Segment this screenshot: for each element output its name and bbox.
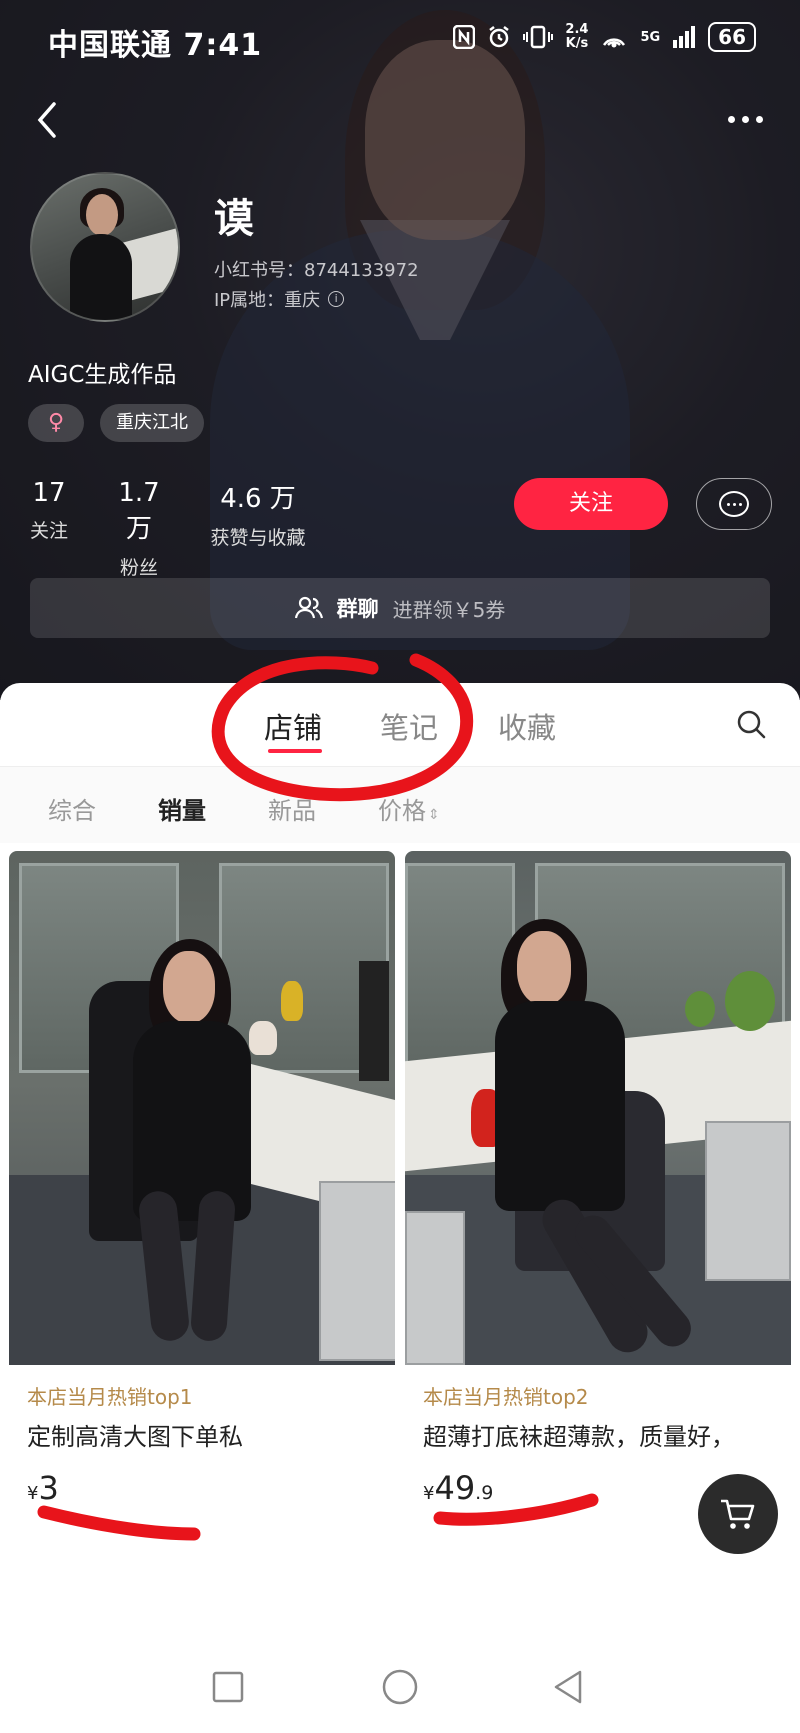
search-button[interactable] (736, 709, 766, 739)
stat-likes-label: 获赞与收藏 (210, 527, 306, 549)
sort-price-label: 价格 (378, 797, 426, 825)
cart-icon (721, 1499, 755, 1529)
nav-back-icon (554, 1670, 582, 1704)
product-title: 超薄打底袜超薄款，质量好， (423, 1423, 735, 1451)
battery-indicator: 66 (708, 22, 756, 52)
back-button[interactable] (30, 98, 70, 142)
sort-new[interactable]: 新品 (268, 791, 316, 826)
content-panel: 店铺 笔记 收藏 综合 销量 新品 价格 ⇕ 本店当月热销top1 定制高清大图… (0, 683, 800, 1643)
carrier-time: 中国联通 7:41 (48, 28, 263, 63)
system-nav-bar (0, 1643, 800, 1733)
vibrate-icon (523, 25, 554, 49)
product-title: 定制高清大图下单私 (27, 1423, 243, 1451)
info-icon[interactable]: i (328, 291, 345, 307)
signal-bars-icon (673, 26, 696, 48)
nav-recent-button[interactable] (208, 1667, 248, 1707)
stat-following[interactable]: 17 关注 (28, 478, 70, 543)
nfc-icon (453, 25, 476, 49)
more-icon-dot (756, 115, 763, 123)
status-icons: 2.4 K/s 5G 66 (453, 22, 756, 52)
avatar[interactable] (30, 172, 180, 322)
product-rank-tag: 本店当月热销top2 (423, 1385, 589, 1409)
group-icon (294, 596, 323, 619)
sort-comprehensive[interactable]: 综合 (48, 791, 96, 826)
message-icon (719, 491, 749, 517)
stat-following-value: 17 (32, 478, 66, 508)
nav-home-icon (382, 1669, 418, 1705)
hotspot-icon (603, 38, 626, 48)
gender-female-icon: ♀ (28, 404, 84, 442)
tab-favorites[interactable]: 收藏 (498, 705, 556, 747)
username: 谟 (214, 196, 254, 242)
sort-sales[interactable]: 销量 (158, 791, 206, 826)
product-rank-tag: 本店当月热销top1 (27, 1385, 193, 1409)
price-decimal: .9 (475, 1482, 494, 1504)
product-card[interactable]: 本店当月热销top2 超薄打底袜超薄款，质量好， ¥49.9 (405, 851, 791, 1527)
follow-button[interactable]: 关注 (514, 478, 668, 530)
sort-price[interactable]: 价格 ⇕ (378, 791, 440, 826)
active-tab-indicator (268, 749, 322, 753)
sort-bar: 综合 销量 新品 价格 ⇕ (0, 767, 800, 843)
more-icon-dot (742, 115, 749, 123)
status-bar: 中国联通 7:41 2.4 K/s 5G 66 (0, 0, 800, 80)
avatar-body (70, 234, 132, 320)
price-integer: 3 (38, 1469, 59, 1507)
tab-shop[interactable]: 店铺 (264, 705, 322, 747)
location-tag: 重庆江北 (100, 404, 204, 442)
stat-following-label: 关注 (29, 520, 68, 542)
search-icon (737, 710, 766, 739)
price-integer: 49 (434, 1469, 476, 1507)
stat-likes-value: 4.6 万 (220, 484, 296, 514)
ip-location: IP属地：重庆 i (214, 286, 345, 312)
product-image (9, 851, 395, 1365)
alarm-icon (489, 26, 510, 48)
product-price: ¥3 (27, 1469, 59, 1507)
group-chat-label: 群聊 (336, 597, 379, 621)
redbook-id[interactable]: 小红书号：8744133972 (214, 256, 419, 282)
tab-notes[interactable]: 笔记 (380, 705, 438, 747)
stat-fans-value: 1.7 万 (118, 478, 160, 544)
nav-home-button[interactable] (380, 1667, 420, 1707)
nav-recent-icon (212, 1671, 244, 1703)
group-chat-promo: 进群领￥5券 (392, 597, 506, 622)
product-image (405, 851, 791, 1365)
message-button[interactable] (696, 478, 772, 530)
price-symbol: ¥ (423, 1483, 435, 1504)
product-card[interactable]: 本店当月热销top1 定制高清大图下单私 ¥3 (9, 851, 395, 1527)
cart-button[interactable] (698, 1474, 778, 1554)
ip-location-text: IP属地：重庆 (214, 290, 321, 311)
nav-back-button[interactable] (548, 1667, 588, 1707)
avatar-face (86, 194, 118, 236)
more-icon-dot (728, 115, 735, 123)
profile-header: 中国联通 7:41 2.4 K/s 5G 66 谟 小红书号：8744133972… (0, 0, 800, 700)
signal-label: 5G (640, 29, 661, 45)
group-chat-bar[interactable]: 群聊 进群领￥5券 (30, 578, 770, 638)
price-symbol: ¥ (27, 1483, 39, 1504)
stat-fans-label: 粉丝 (119, 557, 158, 579)
stat-likes[interactable]: 4.6 万 获赞与收藏 (206, 478, 310, 550)
bio: AIGC生成作品 (28, 362, 177, 388)
more-button[interactable] (728, 104, 772, 134)
product-price: ¥49.9 (423, 1469, 493, 1507)
stat-fans[interactable]: 1.7 万 粉丝 (102, 478, 176, 580)
sort-arrows-icon: ⇕ (428, 807, 440, 823)
back-icon (37, 102, 56, 138)
profile-tabs: 店铺 笔记 收藏 (0, 683, 800, 767)
net-speed: 2.4 K/s (565, 22, 589, 51)
